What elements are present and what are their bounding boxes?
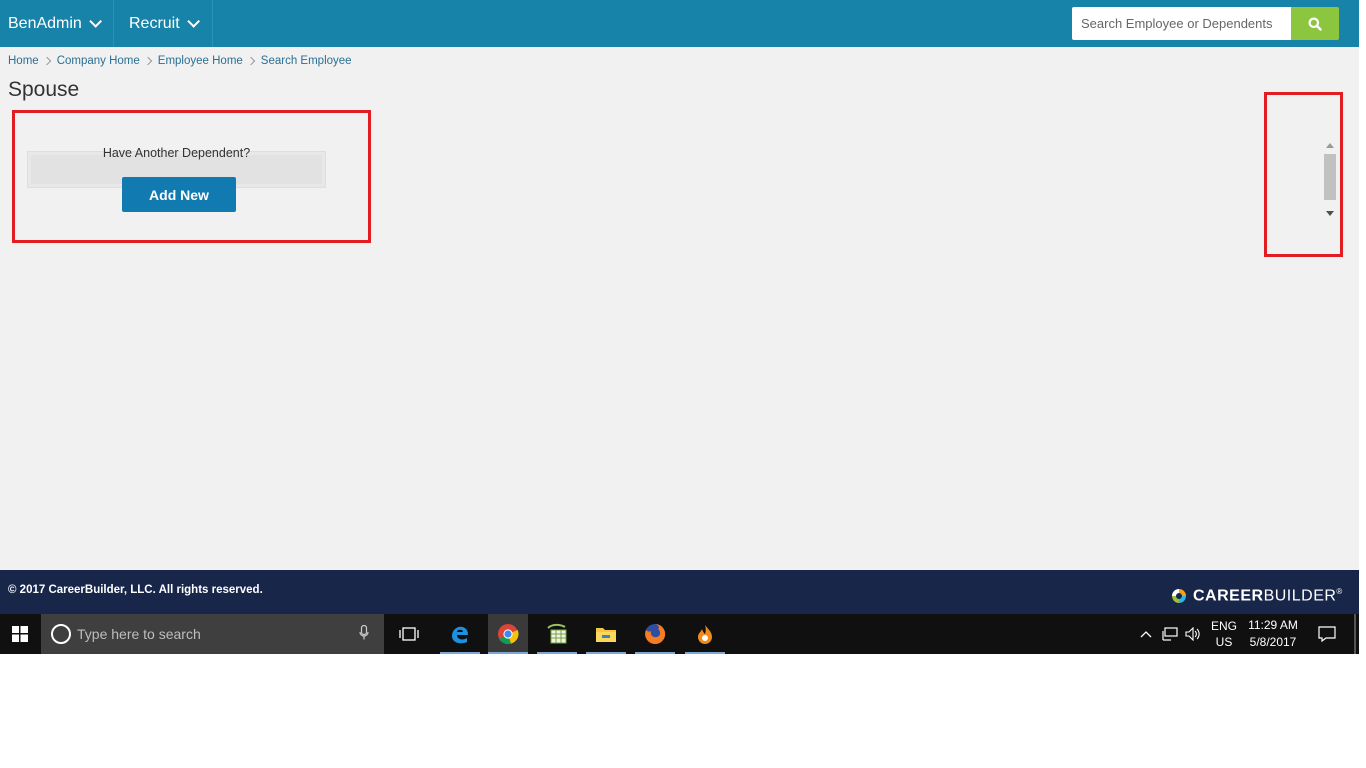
breadcrumb-separator-icon	[246, 56, 256, 66]
taskbar-app-indicator	[685, 652, 725, 654]
taskbar-search-box[interactable]: Type here to search	[41, 614, 384, 654]
breadcrumb-home[interactable]: Home	[8, 55, 39, 67]
copyright-text: © 2017 CareerBuilder, LLC. All rights re…	[8, 584, 263, 596]
benadmin-menu-label: BenAdmin	[8, 14, 82, 32]
clock-time: 11:29 AM	[1248, 618, 1298, 632]
taskbar-app-indicator	[586, 652, 626, 654]
microphone-icon[interactable]	[359, 625, 369, 641]
show-hidden-icons-button[interactable]	[1138, 614, 1154, 654]
language-code: ENG	[1210, 619, 1237, 633]
taskbar-app-file-explorer[interactable]	[586, 614, 626, 654]
breadcrumb-separator-icon	[42, 56, 51, 66]
page-title: Spouse	[8, 78, 80, 101]
show-desktop-button[interactable]	[1354, 614, 1356, 654]
chevron-down-icon	[89, 15, 102, 28]
breadcrumb-search-employee[interactable]: Search Employee	[261, 55, 352, 67]
windows-logo-icon	[12, 626, 28, 642]
recruit-menu[interactable]: Recruit	[114, 0, 213, 47]
action-center-button[interactable]	[1316, 614, 1338, 654]
system-clock[interactable]: 11:29 AM 5/8/2017	[1244, 614, 1302, 654]
taskbar-app-indicator	[537, 652, 577, 654]
wordmark-registered: ®	[1336, 587, 1343, 596]
search-icon	[1308, 17, 1322, 31]
taskbar-app-spreadsheet[interactable]	[537, 614, 577, 654]
employee-search-input[interactable]	[1072, 7, 1291, 40]
careerbuilder-logo-icon	[1172, 589, 1186, 604]
taskbar-search-placeholder: Type here to search	[77, 626, 201, 642]
breadcrumb: Home Company Home Employee Home Search E…	[8, 55, 352, 67]
breadcrumb-separator-icon	[143, 56, 153, 66]
language-region: US	[1215, 635, 1233, 649]
highlight-box-scrollbar	[1264, 92, 1343, 257]
cortana-icon	[51, 624, 71, 644]
wordmark-bold: CAREER	[1193, 587, 1264, 605]
clock-date: 5/8/2017	[1249, 635, 1297, 649]
taskbar-app-indicator	[488, 652, 528, 654]
footer: © 2017 CareerBuilder, LLC. All rights re…	[0, 570, 1359, 614]
search-button[interactable]	[1291, 7, 1339, 40]
breadcrumb-employee-home[interactable]: Employee Home	[158, 55, 243, 67]
taskbar-app-firefox[interactable]	[635, 614, 675, 654]
task-view-icon[interactable]	[398, 626, 420, 642]
start-button[interactable]	[0, 614, 40, 654]
wordmark-light: BUILDER	[1263, 587, 1337, 605]
edge-icon	[452, 626, 468, 644]
network-status[interactable]	[1161, 614, 1179, 654]
notification-icon	[1318, 626, 1336, 642]
breadcrumb-company-home[interactable]: Company Home	[57, 55, 140, 67]
recruit-menu-label: Recruit	[129, 14, 180, 32]
chrome-icon	[498, 624, 519, 645]
top-navigation: BenAdmin Recruit	[0, 0, 1359, 47]
careerbuilder-wordmark: CAREERBUILDER®	[1193, 587, 1343, 605]
taskbar-app-chrome[interactable]	[488, 614, 528, 654]
speaker-icon	[1185, 627, 1200, 641]
windows-taskbar: Type here to search ENG US 11:29 AM 5/8/…	[0, 614, 1359, 654]
careerbuilder-logo: CAREERBUILDER®	[1171, 587, 1343, 605]
taskbar-app-orange[interactable]	[685, 614, 725, 654]
file-explorer-icon	[596, 628, 616, 642]
app-window: BenAdmin Recruit Home Company Home Emplo…	[0, 0, 1359, 654]
highlight-box-dependent	[12, 110, 371, 243]
taskbar-app-indicator	[635, 652, 675, 654]
volume-control[interactable]	[1184, 614, 1202, 654]
benadmin-menu[interactable]: BenAdmin	[0, 0, 114, 47]
taskbar-app-indicator	[440, 652, 480, 654]
network-icon	[1162, 627, 1178, 641]
chevron-up-icon	[1140, 631, 1152, 638]
firefox-icon	[645, 623, 666, 644]
chevron-down-icon	[186, 15, 200, 28]
input-language-indicator[interactable]: ENG US	[1206, 614, 1242, 654]
spreadsheet-app-icon	[547, 623, 567, 644]
taskbar-app-edge[interactable]	[440, 614, 480, 654]
orange-app-icon	[698, 625, 712, 644]
